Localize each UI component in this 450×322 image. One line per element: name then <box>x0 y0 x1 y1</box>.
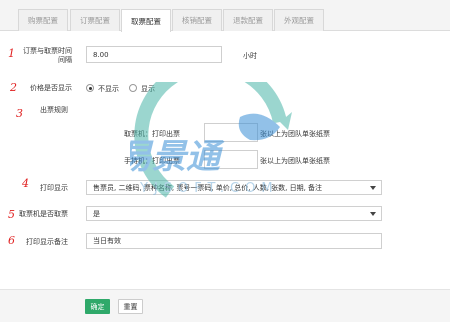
radio-show-price-label[interactable]: 显示 <box>141 84 155 94</box>
print-remark-input[interactable]: 当日有效 <box>86 233 382 249</box>
radio-hide-price[interactable] <box>86 84 94 92</box>
ticket-machine-suffix: 张以上为团队单张纸票 <box>260 130 330 138</box>
pickup-time-unit: 小时 <box>243 52 257 60</box>
print-remark-label: 打印显示备注 <box>26 238 68 246</box>
handheld-input[interactable] <box>204 150 258 169</box>
tab-refund-config[interactable]: 退款配置 <box>223 9 273 31</box>
tab-bar: 购票配置 订票配置 取票配置 核销配置 退款配置 外观配置 <box>0 0 450 32</box>
pickup-time-input[interactable]: 8.00 <box>86 46 222 63</box>
ticket-machine-label: 取票机：打印出票 <box>124 130 180 138</box>
handheld-suffix: 张以上为团队单张纸票 <box>260 157 330 165</box>
tab-appearance-config[interactable]: 外观配置 <box>274 9 324 31</box>
tab-verify-config[interactable]: 核销配置 <box>172 9 222 31</box>
handheld-label: 手持机：打印出票 <box>124 157 180 165</box>
pickup-time-label: 订票与取票时间 间隔 <box>23 47 72 64</box>
chevron-down-icon <box>370 212 376 216</box>
reset-button[interactable]: 重置 <box>118 299 143 314</box>
confirm-button[interactable]: 确定 <box>85 299 110 314</box>
pickup-paper-label: 取票机是否取票 <box>19 210 68 218</box>
pickup-paper-select[interactable]: 是 <box>86 206 382 221</box>
watermark-arrow <box>280 112 292 130</box>
ticket-machine-input[interactable] <box>204 123 258 142</box>
print-display-select[interactable]: 售票员, 二维码, 票种名称, 票号一票码, 单价, 总价, 人数, 张数, 日… <box>86 180 382 195</box>
show-price-label: 价格是否显示 <box>30 84 72 92</box>
print-display-label: 打印显示 <box>40 184 68 192</box>
tab-booking-config[interactable]: 订票配置 <box>70 9 120 31</box>
pickup-paper-value: 是 <box>93 209 100 218</box>
radio-hide-price-label[interactable]: 不显示 <box>98 84 119 94</box>
tab-pickup-config[interactable]: 取票配置 <box>121 9 171 32</box>
radio-show-price[interactable] <box>129 84 137 92</box>
chevron-down-icon <box>370 186 376 190</box>
tab-purchase-config[interactable]: 购票配置 <box>18 9 68 31</box>
print-display-value: 售票员, 二维码, 票种名称, 票号一票码, 单价, 总价, 人数, 张数, 日… <box>93 183 323 192</box>
footer-bar <box>0 289 450 322</box>
ticket-rule-label: 出票规则 <box>40 106 68 114</box>
